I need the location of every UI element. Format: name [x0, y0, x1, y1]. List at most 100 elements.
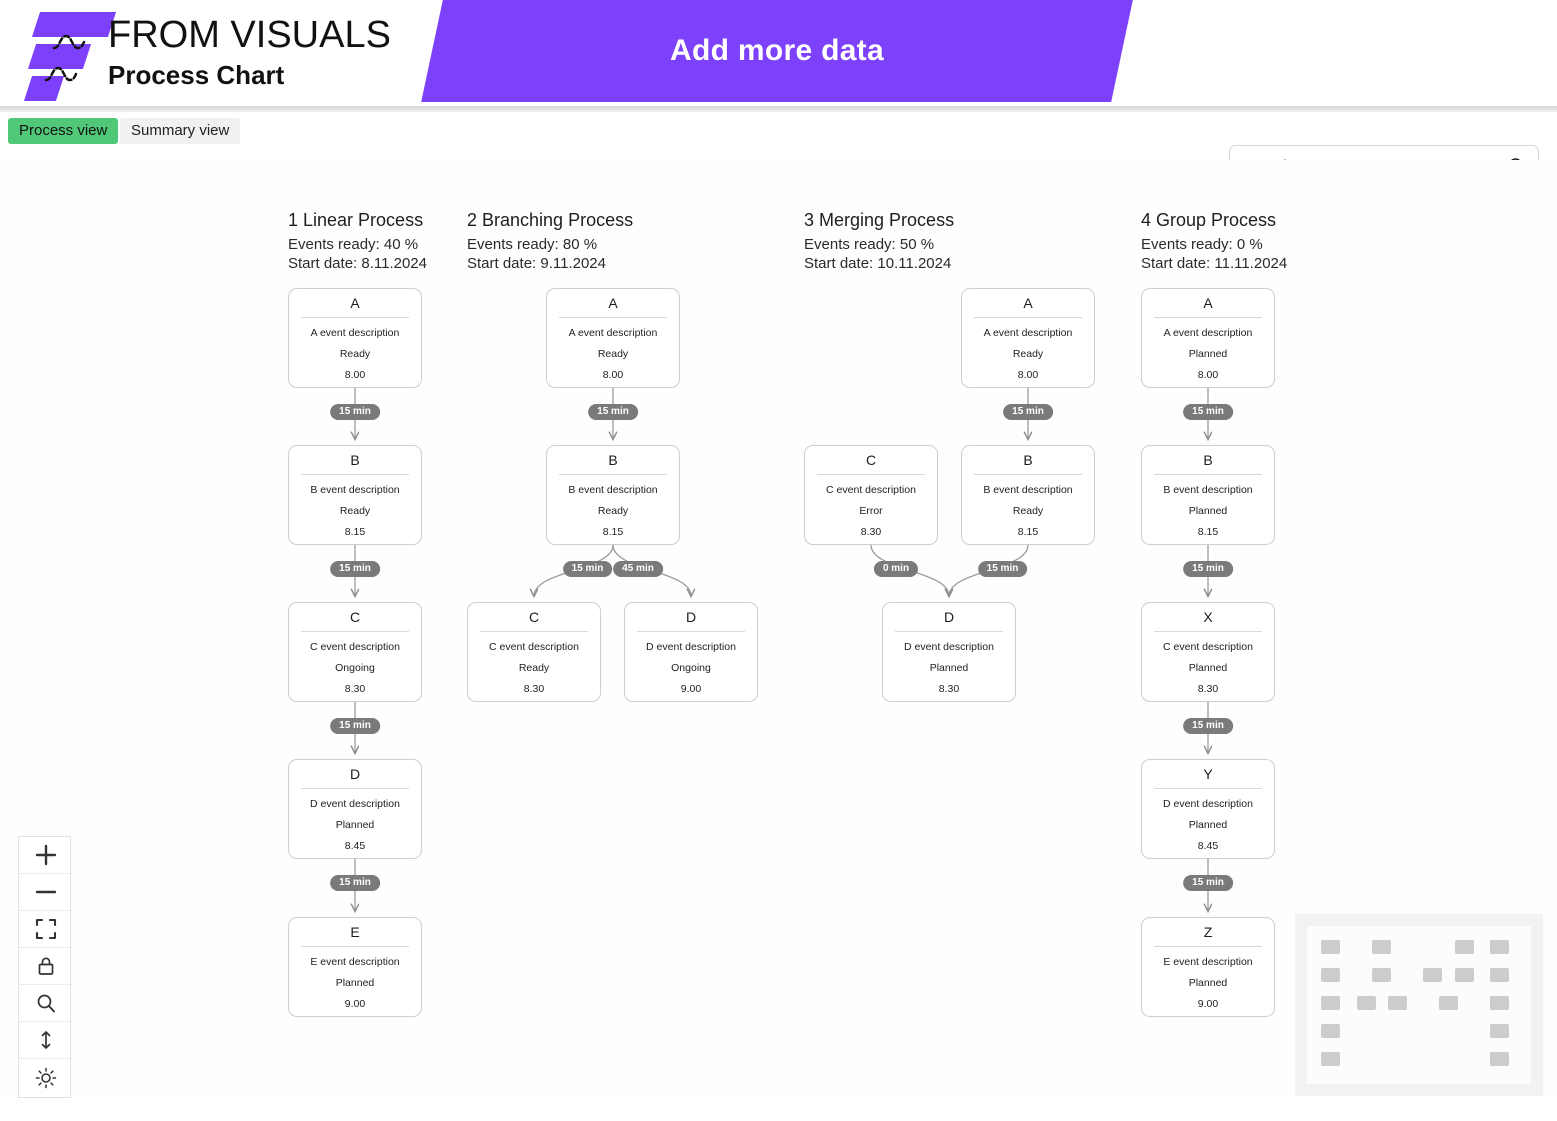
edge-duration-label: 15 min [330, 403, 380, 420]
node-description: D event description [646, 641, 736, 653]
node-status: Ongoing [335, 662, 375, 674]
node-description: C event description [489, 641, 579, 653]
node-time: 8.30 [860, 526, 882, 538]
app-header: FROM VISUALS Process Chart Add more data [0, 0, 1557, 106]
node-title: B [350, 452, 360, 468]
logo-f-mark [14, 8, 117, 101]
vertical-spacing-button[interactable] [19, 1022, 72, 1059]
process-node[interactable]: D D event description Planned 8.30 [882, 602, 1016, 702]
minimap-node [1438, 995, 1458, 1010]
node-title: A [608, 295, 618, 311]
column-title: 4 Group Process [1141, 210, 1277, 230]
process-node[interactable]: A A event description Ready 8.00 [546, 288, 680, 388]
start-date: Start date: 11.11.2024 [1141, 255, 1288, 272]
node-status: Ready [597, 348, 629, 360]
node-status: Ready [518, 662, 550, 674]
node-separator [974, 317, 1082, 318]
node-time: 8.30 [523, 683, 545, 695]
minimap-node [1423, 967, 1443, 982]
brand-subtitle: Process Chart [108, 60, 285, 90]
node-title: D [349, 766, 361, 782]
node-title: B [1023, 452, 1033, 468]
node-status: Ready [339, 348, 371, 360]
start-date: Start date: 9.11.2024 [467, 255, 606, 272]
magnifier-button[interactable] [19, 985, 72, 1022]
lock-icon [38, 957, 53, 975]
process-node[interactable]: B B event description Planned 8.15 [1141, 445, 1275, 545]
minimap-node [1454, 967, 1474, 982]
node-status: Planned [1188, 819, 1228, 831]
node-time: 8.15 [602, 526, 624, 538]
node-separator [1154, 474, 1262, 475]
minimap-node [1490, 1052, 1510, 1067]
edge-duration-label: 0 min [873, 560, 919, 577]
node-separator [817, 474, 925, 475]
node-time: 8.00 [1017, 369, 1039, 381]
process-node[interactable]: X C event description Planned 8.30 [1141, 602, 1275, 702]
brightness-button[interactable] [19, 1059, 72, 1096]
node-description: E event description [1163, 956, 1253, 968]
process-node[interactable]: A A event description Ready 8.00 [961, 288, 1095, 388]
process-node[interactable]: Z E event description Planned 9.00 [1141, 917, 1275, 1017]
process-node[interactable]: Y D event description Planned 8.45 [1141, 759, 1275, 859]
brand-title: FROM VISUALS [108, 14, 391, 56]
process-node[interactable]: A A event description Ready 8.00 [288, 288, 422, 388]
edge-duration-label: 15 min [562, 560, 613, 577]
node-separator [301, 788, 409, 789]
node-separator [637, 631, 745, 632]
edge-duration-label: 15 min [330, 875, 380, 891]
fit-screen-button[interactable] [19, 911, 72, 948]
minimap-node [1490, 967, 1510, 982]
start-date: Start date: 10.11.2024 [804, 255, 952, 272]
minimap[interactable] [1295, 914, 1543, 1096]
tab-process-view[interactable]: Process view [8, 118, 119, 144]
node-separator [974, 474, 1082, 475]
node-title: C [528, 609, 540, 625]
process-node[interactable]: D D event description Ongoing 9.00 [624, 602, 758, 702]
lock-button[interactable] [19, 948, 72, 985]
node-description: A event description [568, 327, 658, 339]
node-status: Ready [597, 505, 629, 517]
node-status: Ready [339, 505, 371, 517]
process-node[interactable]: C C event description Ongoing 8.30 [288, 602, 422, 702]
node-separator [1154, 317, 1262, 318]
minimap-viewport[interactable] [1307, 926, 1531, 1084]
process-node[interactable]: A A event description Planned 8.00 [1141, 288, 1275, 388]
node-status: Planned [1188, 505, 1228, 517]
process-node[interactable]: D D event description Planned 8.45 [288, 759, 422, 859]
add-more-data-label[interactable]: Add more data [432, 0, 1122, 102]
process-node[interactable]: B B event description Ready 8.15 [288, 445, 422, 545]
node-separator [1154, 946, 1262, 947]
zoom-in-button[interactable] [19, 837, 72, 874]
column-title: 1 Linear Process [288, 210, 424, 230]
node-time: 8.30 [344, 683, 366, 695]
process-node[interactable]: B B event description Ready 8.15 [546, 445, 680, 545]
zoom-out-button[interactable] [19, 874, 72, 911]
process-node[interactable]: B B event description Ready 8.15 [961, 445, 1095, 545]
minimap-node [1321, 1023, 1340, 1038]
minimap-node [1490, 940, 1510, 954]
process-node[interactable]: E E event description Planned 9.00 [288, 917, 422, 1017]
node-separator [301, 631, 409, 632]
node-status: Ongoing [671, 662, 711, 674]
edge-duration-label: 15 min [1183, 403, 1233, 420]
node-separator [559, 317, 667, 318]
node-status: Ready [1012, 348, 1044, 360]
node-title: C [349, 609, 361, 625]
minimap-node [1321, 995, 1340, 1010]
node-status: Planned [1188, 662, 1228, 674]
node-title: X [1203, 609, 1213, 625]
node-time: 8.00 [344, 369, 366, 381]
events-ready: Events ready: 50 % [804, 236, 935, 253]
node-description: D event description [904, 641, 994, 653]
node-description: A event description [310, 327, 400, 339]
process-node[interactable]: C C event description Ready 8.30 [467, 602, 601, 702]
node-time: 9.00 [1197, 998, 1219, 1010]
edge-duration-label: 45 min [613, 560, 663, 577]
node-title: D [685, 609, 697, 625]
tab-summary-view[interactable]: Summary view [120, 118, 241, 144]
node-status: Planned [929, 662, 969, 674]
canvas-toolbar [18, 836, 72, 1098]
process-node[interactable]: C C event description Error 8.30 [804, 445, 938, 545]
node-title: D [943, 609, 955, 625]
